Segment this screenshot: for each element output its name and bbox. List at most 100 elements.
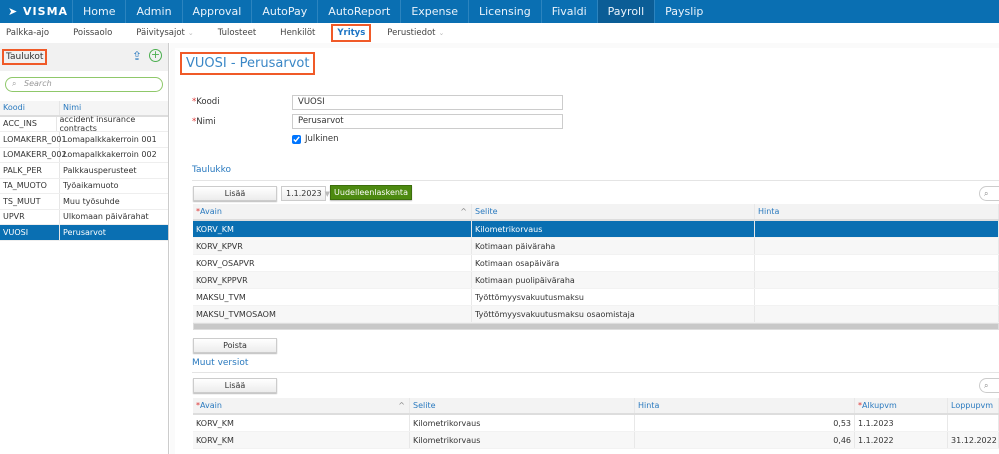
table-search-icon[interactable]: ⌕ <box>979 186 999 201</box>
logo-icon: ➤ <box>8 5 24 18</box>
subnav-perustiedot[interactable]: Perustiedot ⌄ <box>381 28 450 38</box>
column-header-avain[interactable]: * Avain ^ <box>193 398 410 413</box>
table-row[interactable]: KORV_KM Kilometrikorvaus 0,53 1.1.2023 <box>193 415 999 432</box>
hinta-cell <box>755 221 999 237</box>
table-row[interactable]: KORV_KM Kilometrikorvaus <box>193 221 999 238</box>
code-cell: ACC_INS <box>0 116 57 131</box>
subnav-tulosteet[interactable]: Tulosteet <box>212 28 262 38</box>
hinta-cell <box>755 289 999 305</box>
date-select[interactable]: 1.1.2023 ▼ <box>281 186 330 201</box>
export-icon[interactable]: ⇪ <box>132 49 142 63</box>
list-item[interactable]: VUOSI Perusarvot <box>0 225 168 241</box>
code-cell: TA_MUOTO <box>0 178 60 193</box>
list-item[interactable]: TA_MUOTO Työaikamuoto <box>0 178 168 194</box>
nav-fivaldi[interactable]: Fivaldi <box>540 0 597 23</box>
column-header-alkupvm[interactable]: * Alkupvm <box>855 398 948 413</box>
list-item[interactable]: UPVR Ulkomaan päivärahat <box>0 209 168 225</box>
name-cell: Ulkomaan päivärahat <box>63 212 149 222</box>
list-item[interactable]: LOMAKERR_001 Lomapalkkakerroin 001 <box>0 132 168 148</box>
name-cell: Lomapalkkakerroin 001 <box>63 134 157 144</box>
column-label: Hinta <box>638 401 660 410</box>
nav-autoreport[interactable]: AutoReport <box>317 0 400 23</box>
table-row[interactable]: MAKSU_TVM Työttömyysvakuutusmaksu <box>193 289 999 306</box>
selite-cell: Kotimaan päiväraha <box>472 238 755 254</box>
search-icon: ⌕ <box>12 79 17 88</box>
koodi-input[interactable]: VUOSI <box>292 95 563 110</box>
visma-logo[interactable]: ➤ VISMA <box>0 0 72 23</box>
column-header-selite[interactable]: Selite <box>410 398 635 413</box>
table-row[interactable]: KORV_KPVR Kotimaan päiväraha <box>193 238 999 255</box>
search-input[interactable]: ⌕ Search <box>5 77 163 92</box>
subnav-poissaolo[interactable]: Poissaolo <box>67 28 118 38</box>
nav-autopay[interactable]: AutoPay <box>251 0 317 23</box>
subnav-label: Poissaolo <box>73 28 113 38</box>
subnav-palkka-ajo[interactable]: Palkka-ajo <box>0 28 55 38</box>
avain-cell: MAKSU_TVMOSAOM <box>193 306 472 322</box>
column-header-avain[interactable]: * Avain ^ <box>193 204 472 219</box>
nav-expense[interactable]: Expense <box>400 0 468 23</box>
column-header-koodi[interactable]: Koodi <box>0 101 60 115</box>
add-button[interactable]: Lisää <box>193 186 277 201</box>
julkinen-checkbox[interactable] <box>292 134 301 144</box>
list-item[interactable]: TS_MUUT Muu työsuhde <box>0 194 168 210</box>
column-label: Hinta <box>758 207 780 216</box>
subnav-yritys[interactable]: Yritys <box>331 24 372 42</box>
column-header-hinta[interactable]: Hinta <box>635 398 855 413</box>
horizontal-scrollbar[interactable] <box>193 323 999 330</box>
selite-cell: Työttömyysvakuutusmaksu <box>472 289 755 305</box>
top-nav: ➤ VISMA Home Admin Approval AutoPay AutoRepo… <box>0 0 999 23</box>
table-row[interactable]: MAKSU_TVMOSAOM Työttömyysvakuutusmaksu os… <box>193 306 999 323</box>
delete-button[interactable]: Poista <box>193 338 277 353</box>
subnav-päivitysajot[interactable]: Päivitysajot ⌄ <box>130 28 199 38</box>
avain-cell: KORV_OSAPVR <box>193 255 472 271</box>
column-header-loppupvm[interactable]: Loppupvm <box>948 398 999 413</box>
hinta-cell: 0,53 <box>635 415 855 431</box>
code-cell: VUOSI <box>0 225 60 240</box>
hinta-cell: 0,46 <box>635 432 855 448</box>
nimi-input[interactable]: Perusarvot <box>292 114 563 129</box>
muut-versiot-title: Muut versiot <box>192 358 249 368</box>
list-item[interactable]: PALK_PER Palkkausperusteet <box>0 163 168 179</box>
column-header-selite[interactable]: Selite <box>472 204 755 219</box>
sort-asc-icon[interactable]: ^ <box>398 401 405 410</box>
column-label: Loppupvm <box>951 401 994 410</box>
subnav-henkilöt[interactable]: Henkilöt <box>274 28 321 38</box>
name-cell: accident insurance contracts <box>59 114 136 133</box>
list-item[interactable]: LOMAKERR_002 Lomapalkkakerroin 002 <box>0 147 168 163</box>
recalculate-button[interactable]: Uudelleenlaskenta <box>330 185 412 200</box>
versions-search-icon[interactable]: ⌕ <box>979 378 999 393</box>
selite-cell: Työttömyysvakuutusmaksu osaomistaja <box>472 306 755 322</box>
avain-cell: KORV_KM <box>193 221 472 237</box>
table-header: * Avain ^ Selite Hinta <box>193 204 999 221</box>
sort-asc-icon[interactable]: ^ <box>460 207 467 216</box>
code-cell: PALK_PER <box>0 163 60 178</box>
add-version-button[interactable]: Lisää <box>193 378 277 393</box>
nav-payroll[interactable]: Payroll <box>596 0 655 23</box>
nimi-label: Nimi <box>196 117 216 127</box>
column-label: Avain <box>200 401 222 410</box>
column-header-nimi[interactable]: Nimi <box>60 103 81 112</box>
nav-admin[interactable]: Admin <box>125 0 181 23</box>
selite-cell: Kilometrikorvaus <box>472 221 755 237</box>
loppupvm-cell: 31.12.2022 <box>948 432 999 448</box>
list-item[interactable]: ACC_INS accident insurance contracts <box>0 114 168 133</box>
nav-licensing[interactable]: Licensing <box>468 0 541 23</box>
nav-home[interactable]: Home <box>72 0 125 23</box>
selite-cell: Kilometrikorvaus <box>410 432 635 448</box>
table-row[interactable]: KORV_KM Kilometrikorvaus 0,46 1.1.2022 31.12… <box>193 432 999 449</box>
loppupvm-cell <box>948 415 999 431</box>
code-cell: UPVR <box>0 209 60 224</box>
nav-payslip[interactable]: Payslip <box>654 0 713 23</box>
table-row[interactable]: KORV_OSAPVR Kotimaan osapäivära <box>193 255 999 272</box>
sub-nav: Palkka-ajo Poissaolo Päivitysajot ⌄ Tulostee… <box>0 23 999 43</box>
name-cell: Muu työsuhde <box>63 196 120 206</box>
add-icon[interactable]: + <box>149 49 162 62</box>
nav-approval[interactable]: Approval <box>181 0 252 23</box>
avain-cell: KORV_KPVR <box>193 238 472 254</box>
table-header: * Avain ^ Selite Hinta * Alkupvm Loppupvm <box>193 398 999 415</box>
taulukko-table: * Avain ^ Selite Hinta KORV_KM Kilometrikorva… <box>193 204 999 330</box>
tables-list: Koodi Nimi ACC_INS accident insurance contr… <box>0 101 168 241</box>
table-row[interactable]: KORV_KPPVR Kotimaan puolipäiväraha <box>193 272 999 289</box>
column-header-hinta[interactable]: Hinta <box>755 204 999 219</box>
alkupvm-cell: 1.1.2022 <box>855 432 948 448</box>
